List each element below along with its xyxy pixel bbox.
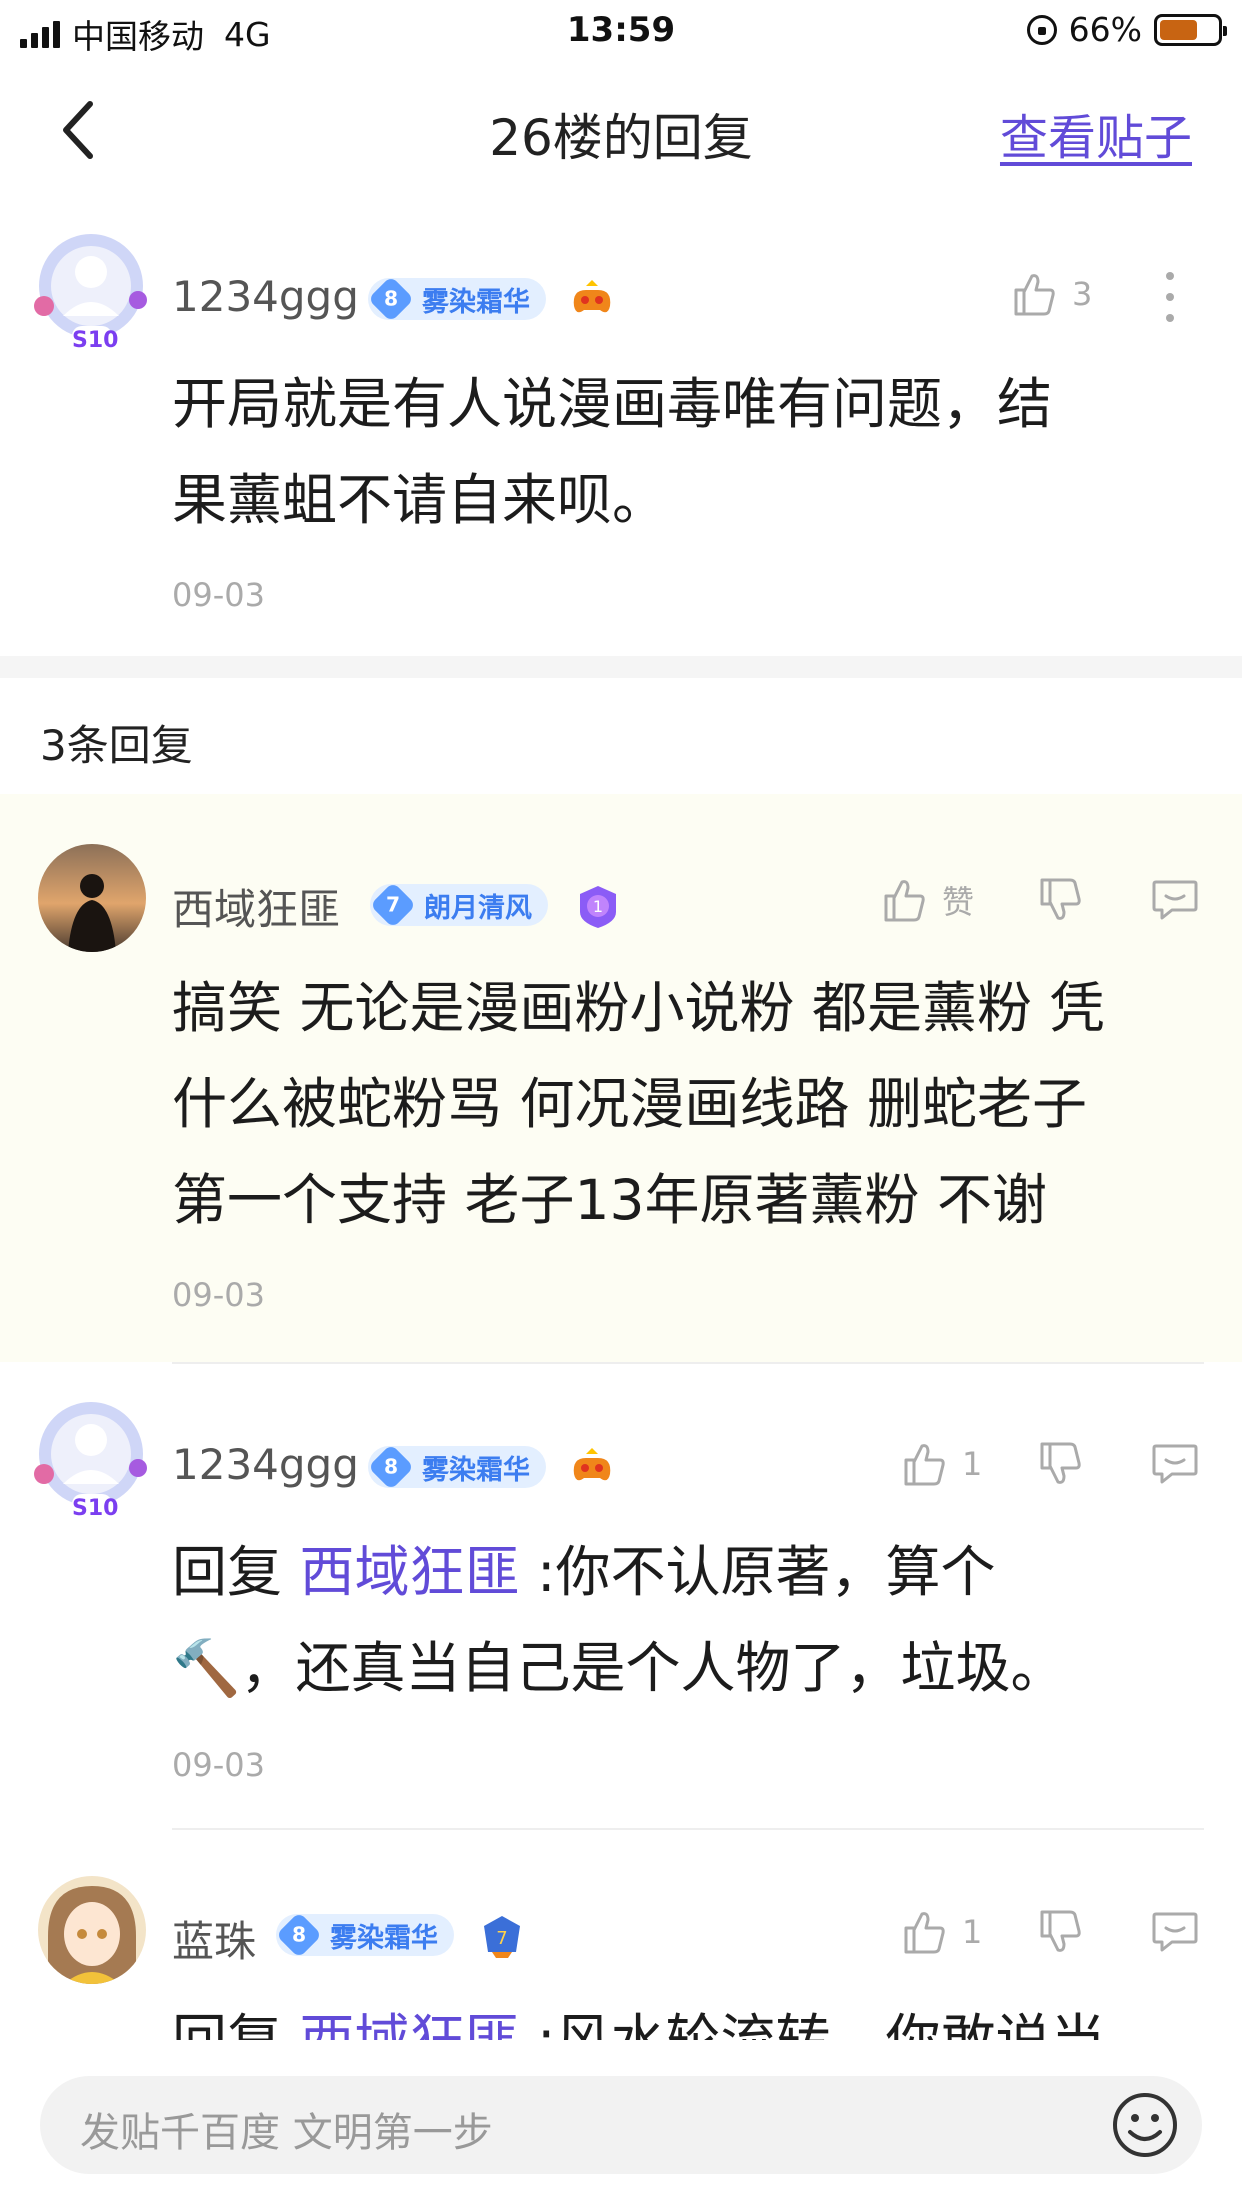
reply-content: 搞笑 无论是漫画粉小说粉 都是薰粉 凭 什么被蛇粉骂 何况漫画线路 删蛇老子 第… [172, 960, 1222, 1248]
gamepad-medal-icon [573, 280, 611, 313]
like-label: 赞 [942, 883, 975, 921]
like-button[interactable]: 3 [1010, 270, 1092, 318]
mention-link[interactable]: 西域狂匪 [299, 2008, 519, 2040]
thumbs-up-icon [904, 1912, 945, 1954]
reply-date: 09-03 [172, 1276, 265, 1314]
username[interactable]: 1234ggg [172, 1440, 359, 1489]
reply-divider [172, 1828, 1204, 1830]
comment-input-bar: 发贴千百度 文明第一步 [0, 2040, 1242, 2208]
comment-input[interactable]: 发贴千百度 文明第一步 [40, 2076, 1202, 2174]
content-line: 什么被蛇粉骂 何况漫画线路 删蛇老子 [172, 1072, 1087, 1136]
like-button[interactable]: 赞 [880, 876, 974, 924]
reply-content: 回复 西域狂匪 :风水轮流转，你敢说当 [172, 1992, 1222, 2040]
username[interactable]: 西域狂匪 [172, 876, 340, 937]
emoji-icon[interactable] [1110, 2090, 1180, 2160]
input-placeholder: 发贴千百度 文明第一步 [80, 2110, 493, 2156]
content-line: 搞笑 无论是漫画粉小说粉 都是薰粉 凭 [172, 976, 1105, 1040]
level-number: 8 [275, 1911, 323, 1959]
content-line: 第一个支持 老子13年原著薰粉 不谢 [172, 1168, 1047, 1232]
reply-item: 蓝珠 8 雾染霜华 7 1 回复 西域狂匪 :风水轮流转，你敢说当 [0, 1866, 1242, 2040]
comment-content: 开局就是有人说漫画毒唯有问题，结 果薰蛆不请自来呗。 [172, 356, 1182, 548]
level-name: 雾染霜华 [330, 1922, 438, 1954]
like-button[interactable]: 1 [900, 1440, 982, 1488]
comment-date: 09-03 [172, 576, 265, 614]
level-badge: 7 朗月清风 [369, 881, 548, 929]
level-number: 8 [367, 275, 415, 323]
thumbs-down-icon[interactable] [1036, 1908, 1084, 1956]
username[interactable]: 蓝珠 [172, 1908, 256, 1969]
thumbs-up-icon [884, 880, 925, 922]
battery-level [1160, 19, 1197, 40]
thumbs-down-icon[interactable] [1036, 876, 1084, 924]
reply-date: 09-03 [172, 1746, 265, 1784]
level-badge: 8 雾染霜华 [367, 275, 546, 323]
status-bar: 中国移动 4G 13:59 66% [0, 0, 1242, 62]
reply-divider [172, 1362, 1204, 1364]
like-count: 3 [1072, 275, 1093, 313]
username[interactable]: 1234ggg [172, 272, 359, 321]
more-options-icon[interactable] [1160, 270, 1180, 324]
content-line: 开局就是有人说漫画毒唯有问题，结 [172, 372, 1053, 436]
content-line: 🔨，还真当自己是个人物了，垃圾。 [172, 1636, 1066, 1700]
section-divider [0, 656, 1242, 678]
like-button[interactable]: 1 [900, 1908, 982, 1956]
mention-link[interactable]: 西域狂匪 [299, 1540, 519, 1604]
battery-icon [1154, 13, 1227, 46]
reply-comment-icon[interactable] [1150, 1440, 1200, 1488]
reply-item: S10 1234ggg 8 雾染霜华 1 回复 西域狂匪 :你不认原著，算个 🔨… [0, 1398, 1242, 1818]
like-count: 1 [962, 1445, 983, 1483]
level-badge: 8 雾染霜华 [367, 1443, 546, 1491]
content-line: 回复 西域狂匪 :你不认原著，算个 [172, 1524, 1222, 1620]
level-number: 8 [367, 1443, 415, 1491]
battery-percent: 66% [1068, 10, 1142, 49]
level-name: 朗月清风 [424, 892, 532, 924]
content-line: 果薰蛆不请自来呗。 [172, 468, 668, 532]
main-comment: S10 1234ggg 8 雾染霜华 3 开局就是有人说漫画毒唯有问题，结 果薰… [0, 230, 1242, 650]
svg-text:1: 1 [593, 897, 603, 916]
reply-comment-icon[interactable] [1150, 876, 1200, 924]
avatar-badge: S10 [72, 328, 119, 353]
view-post-link[interactable]: 查看贴子 [1000, 98, 1192, 168]
thumbs-up-icon [1014, 274, 1055, 316]
reply-count-header: 3条回复 [40, 721, 193, 770]
reply-content: 回复 西域狂匪 :你不认原著，算个 🔨，还真当自己是个人物了，垃圾。 [172, 1524, 1222, 1716]
level-number: 7 [369, 881, 417, 929]
status-right: 66% [1026, 10, 1227, 49]
thumbs-down-icon[interactable] [1036, 1440, 1084, 1488]
content-line: 回复 西域狂匪 :风水轮流转，你敢说当 [172, 1992, 1222, 2040]
avatar[interactable] [38, 1876, 146, 1984]
level-name: 雾染霜华 [422, 286, 530, 318]
avatar-badge: S10 [72, 1496, 119, 1521]
content-text: :你不认原著，算个 [519, 1540, 996, 1604]
thumbs-up-icon [904, 1444, 945, 1486]
reply-comment-icon[interactable] [1150, 1908, 1200, 1956]
svg-text:7: 7 [496, 1928, 507, 1949]
avatar[interactable] [38, 844, 146, 952]
reply-item: 西域狂匪 7 朗月清风 1 赞 搞笑 无论是漫画粉小说粉 都是薰粉 凭 什么被蛇… [0, 830, 1242, 1330]
gamepad-medal-icon [573, 1448, 611, 1481]
level-badge: 8 雾染霜华 [275, 1911, 454, 1959]
level-name: 雾染霜华 [422, 1454, 530, 1486]
content-text: :风水轮流转，你敢说当 [519, 2008, 1106, 2040]
orientation-lock-icon [1026, 14, 1057, 45]
like-count: 1 [962, 1913, 983, 1951]
rank-medal-icon: 7 [484, 1916, 520, 1958]
nav-bar: 26楼的回复 查看贴子 [0, 62, 1242, 192]
reply-prefix: 回复 [172, 1540, 300, 1604]
rank-medal-icon: 1 [580, 886, 616, 928]
reply-prefix: 回复 [172, 2008, 300, 2040]
